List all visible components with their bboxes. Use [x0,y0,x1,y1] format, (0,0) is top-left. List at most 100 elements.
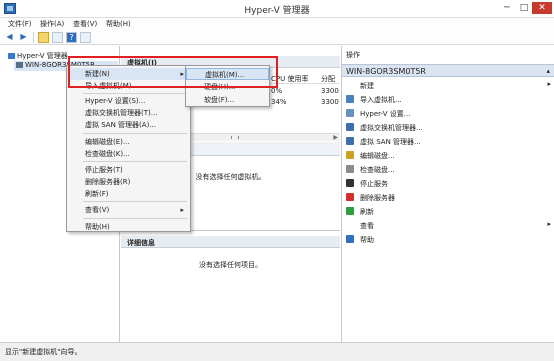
show-tree-icon[interactable] [52,32,63,43]
up-folder-icon[interactable] [38,32,49,43]
context-item-label: 导入虚拟机(M)... [85,82,139,90]
actions-pane: 操作 WIN-8GOR3SM0T5R ▴ 新建 ▸ 导入虚拟机... Hyper-V … [341,46,554,342]
action-label: 新建 [360,82,374,90]
menu-separator [83,161,187,162]
import-icon [346,95,354,103]
context-item-label: 检查磁盘(K)... [85,150,130,158]
stop-icon [346,179,354,187]
hyperv-node-icon [8,53,15,59]
action-virtual-san-manager[interactable]: 虚拟 SAN 管理器... [346,136,551,148]
submenu-item-hard-disk[interactable]: 硬盘(H)... [186,81,269,93]
action-label: 停止服务 [360,180,388,188]
forward-arrow-icon[interactable]: ▶ [18,32,29,43]
actions-server-label: WIN-8GOR3SM0T5R [346,67,426,76]
action-label: 刷新 [360,208,374,216]
context-item-label: Hyper-V 设置(S)... [85,97,146,105]
action-help[interactable]: 帮助 [346,234,551,246]
action-stop-service[interactable]: 停止服务 [346,178,551,190]
action-remove-server[interactable]: 删除服务器 [346,192,551,204]
scroll-thumb[interactable] [231,136,239,139]
menu-view[interactable]: 查看(V) [73,19,97,29]
menu-action[interactable]: 操作(A) [40,19,64,29]
context-item-view[interactable]: 查看(V) ▸ [67,204,190,216]
collapse-caret-icon[interactable]: ▴ [546,67,550,75]
action-label: 删除服务器 [360,194,395,202]
context-item-refresh[interactable]: 刷新(F) [67,188,190,200]
menu-separator [83,201,187,202]
context-item-remove-server[interactable]: 删除服务器(R) [67,176,190,188]
context-item-stop-service[interactable]: 停止服务(T) [67,164,190,176]
submenu-item-virtual-machine[interactable]: 虚拟机(M)... [186,68,269,80]
context-item-help[interactable]: 帮助(H) [67,221,190,233]
vm-cpu: 34% [271,98,287,106]
back-arrow-icon[interactable]: ◀ [4,32,15,43]
col-cpu[interactable]: CPU 使用率 [271,74,308,84]
context-item-label: 虚拟 SAN 管理器(A)... [85,121,156,129]
maximize-button[interactable]: □ [515,2,533,14]
toolbar: ◀ ▶ ? [0,30,554,45]
context-item-label: 查看(V) [85,206,110,214]
minimize-button[interactable]: ─ [498,2,516,14]
context-item-edit-disk[interactable]: 编辑磁盘(E)... [67,136,190,148]
action-label: 导入虚拟机... [360,96,402,104]
action-hyperv-settings[interactable]: Hyper-V 设置... [346,108,551,120]
submenu-arrow-icon: ▸ [547,220,551,228]
menu-separator [83,218,187,219]
submenu-arrow-icon: ▸ [180,206,184,214]
refresh-icon [346,207,354,215]
inspect-disk-icon [346,165,354,173]
menu-help[interactable]: 帮助(H) [106,19,131,29]
context-item-virtual-switch-manager[interactable]: 虚拟交换机管理器(T)... [67,107,190,119]
action-inspect-disk[interactable]: 检查磁盘... [346,164,551,176]
title-bar: Hyper-V 管理器 ─ □ ✕ [0,0,554,18]
status-bar: 显示"新建虚拟机"向导。 [0,342,554,361]
actions-title: 操作 [346,51,360,59]
context-item-inspect-disk[interactable]: 检查磁盘(K)... [67,148,190,160]
menu-separator [83,93,187,94]
help-icon[interactable]: ? [66,32,77,43]
action-virtual-switch-manager[interactable]: 虚拟交换机管理器... [346,122,551,134]
action-label: 编辑磁盘... [360,152,395,160]
menu-bar: 文件(F) 操作(A) 查看(V) 帮助(H) [0,18,554,30]
menu-file[interactable]: 文件(F) [8,19,32,29]
actions-server-header[interactable]: WIN-8GOR3SM0T5R ▴ [342,64,554,77]
context-item-label: 虚拟交换机管理器(T)... [85,109,158,117]
action-label: 帮助 [360,236,374,244]
help-icon [346,235,354,243]
edit-disk-icon [346,151,354,159]
close-button[interactable]: ✕ [532,2,552,14]
server-icon [16,62,23,68]
context-item-new[interactable]: 新建(N) ▸ [67,68,190,80]
action-label: 查看 [360,222,374,230]
action-import-vm[interactable]: 导入虚拟机... [346,94,551,106]
action-label: Hyper-V 设置... [360,110,411,118]
action-refresh[interactable]: 刷新 [346,206,551,218]
action-label: 虚拟 SAN 管理器... [360,138,421,146]
context-item-hyperv-settings[interactable]: Hyper-V 设置(S)... [67,95,190,107]
vm-memory: 3300 [321,98,339,106]
vm-cpu: 0% [271,87,283,95]
tree-root-label: Hyper-V 管理器 [17,52,68,60]
submenu-arrow-icon: ▸ [547,80,551,88]
col-memory[interactable]: 分配 [321,74,335,84]
new-submenu: 虚拟机(M)... 硬盘(H)... 软盘(F)... [185,65,270,107]
details-section-header: 详细信息 [121,236,340,248]
action-label: 检查磁盘... [360,166,395,174]
context-item-label: 编辑磁盘(E)... [85,138,130,146]
action-new[interactable]: 新建 ▸ [346,80,551,92]
scroll-right-arrow-icon[interactable]: ▶ [333,134,338,141]
view-icon [346,221,354,229]
tree-root-hyperv[interactable]: Hyper-V 管理器 [8,51,68,61]
context-item-import-vm[interactable]: 导入虚拟机(M)... [67,80,190,92]
menu-separator [83,133,187,134]
action-view[interactable]: 查看 ▸ [346,220,551,232]
context-item-label: 刷新(F) [85,190,109,198]
context-item-virtual-san-manager[interactable]: 虚拟 SAN 管理器(A)... [67,119,190,131]
properties-icon[interactable] [80,32,91,43]
delete-icon [346,193,354,201]
action-edit-disk[interactable]: 编辑磁盘... [346,150,551,162]
status-text: 显示"新建虚拟机"向导。 [5,348,82,356]
submenu-item-floppy-disk[interactable]: 软盘(F)... [186,94,269,106]
context-item-label: 删除服务器(R) [85,178,131,186]
vm-memory: 3300 [321,87,339,95]
